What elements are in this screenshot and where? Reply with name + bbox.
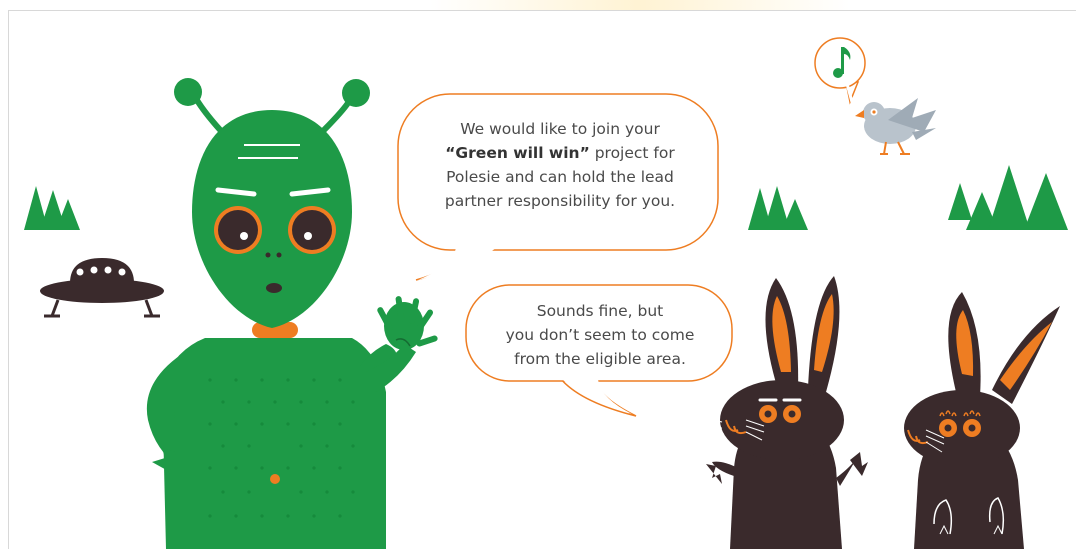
tree-icon: [24, 186, 80, 230]
rabbit-right: [867, 292, 1060, 549]
project-name: “Green will win”: [445, 144, 590, 162]
bird: [855, 98, 936, 155]
scene-canvas: [24, 37, 1068, 549]
rabbit-speech-line-3: from the eligible area.: [514, 350, 686, 368]
illustration-frame: We would like to join your “Green will w…: [0, 0, 1076, 549]
ufo-icon: [40, 258, 164, 318]
alien-speech-line-2-rest: project for: [589, 144, 675, 162]
rabbit-speech-line-2: you don’t seem to come: [505, 326, 695, 344]
alien-mouth: [266, 283, 282, 293]
alien-speech-text: We would like to join your “Green will w…: [412, 117, 708, 213]
alien-speech-line-1: We would like to join your: [460, 120, 660, 138]
music-note-icon: [814, 37, 866, 105]
rabbit-speech-text: Sounds fine, but you don’t seem to come …: [480, 299, 720, 371]
navel: [270, 474, 280, 484]
alien-speech-line-3: Polesie and can hold the lead: [446, 168, 674, 186]
tree-icon: [948, 165, 1068, 230]
alien-speech-line-2: “Green will win” project for: [412, 141, 708, 165]
tree-icon: [748, 186, 808, 230]
alien-character: [146, 78, 438, 549]
rabbit-speech-line-1: Sounds fine, but: [536, 302, 664, 320]
alien-speech-line-4: partner responsibility for you.: [444, 192, 676, 210]
